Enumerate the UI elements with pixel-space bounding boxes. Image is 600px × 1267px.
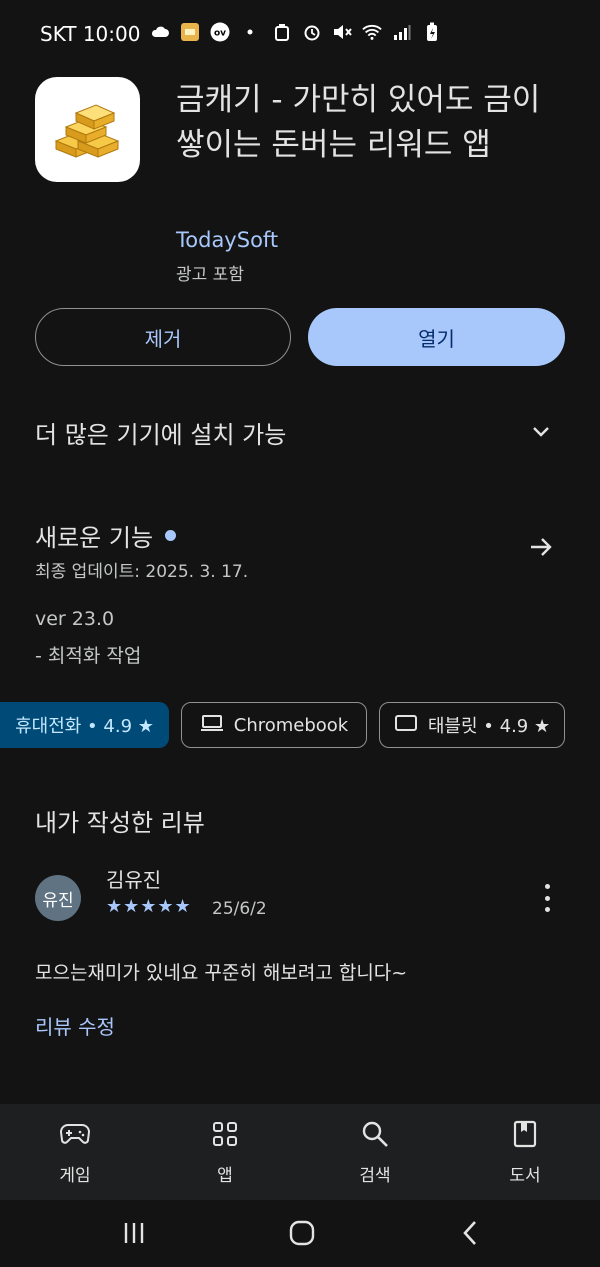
arrow-right-icon[interactable] bbox=[528, 534, 554, 560]
svg-text:ov: ov bbox=[214, 29, 226, 39]
release-note: - 최적화 작업 bbox=[35, 645, 142, 667]
chevron-down-icon[interactable] bbox=[530, 420, 552, 442]
app-title: 금캐기 - 가만히 있어도 금이 쌓이는 돈버는 리워드 앱 bbox=[176, 82, 541, 163]
last-updated: 최종 업데이트: 2025. 3. 17. bbox=[35, 562, 249, 582]
review-text: 모으는재미가 있네요 꾸준히 해보려고 합니다~ bbox=[35, 962, 408, 984]
nav-books-label: 도서 bbox=[509, 1166, 541, 1186]
review-date: 25/6/2 bbox=[212, 899, 267, 919]
whats-new-title: 새로운 기능 bbox=[35, 524, 154, 552]
nav-search[interactable]: 검색 bbox=[325, 1117, 425, 1186]
lock-battery-icon bbox=[272, 22, 292, 42]
chip-chromebook[interactable]: Chromebook bbox=[181, 702, 367, 748]
cloud-icon bbox=[150, 22, 170, 42]
laptop-icon bbox=[200, 714, 224, 737]
new-indicator-dot bbox=[165, 530, 177, 541]
remove-button[interactable]: 제거 bbox=[35, 308, 291, 366]
alarm-icon bbox=[302, 22, 322, 42]
more-options-icon[interactable] bbox=[536, 884, 558, 912]
chip-phone[interactable]: 휴대전화 • 4.9 ★ bbox=[0, 702, 169, 748]
nav-apps[interactable]: 앱 bbox=[175, 1117, 275, 1186]
nav-books[interactable]: 도서 bbox=[475, 1117, 575, 1186]
whats-new-header[interactable]: 새로운 기능 bbox=[35, 518, 177, 553]
search-icon bbox=[358, 1117, 392, 1151]
nav-search-label: 검색 bbox=[359, 1166, 391, 1186]
ov-badge-icon: ov bbox=[210, 22, 230, 42]
chip-chromebook-label: Chromebook bbox=[233, 714, 349, 736]
developer-link[interactable]: TodaySoft bbox=[176, 228, 278, 252]
more-devices-label[interactable]: 더 많은 기기에 설치 가능 bbox=[35, 415, 286, 450]
nav-apps-label: 앱 bbox=[217, 1166, 233, 1186]
battery-charging-icon bbox=[422, 22, 442, 42]
gold-bars-icon bbox=[48, 93, 128, 167]
signal-icon bbox=[392, 22, 412, 42]
book-icon bbox=[508, 1117, 542, 1151]
chip-tablet[interactable]: 태블릿 • 4.9 ★ bbox=[379, 702, 565, 748]
nav-games-label: 게임 bbox=[59, 1166, 91, 1186]
status-carrier-time: SKT 10:00 bbox=[40, 22, 141, 46]
tablet-icon bbox=[394, 714, 418, 737]
mute-icon bbox=[332, 22, 352, 42]
open-button[interactable]: 열기 bbox=[308, 308, 565, 366]
gamepad-icon bbox=[58, 1117, 92, 1151]
dot-icon bbox=[240, 22, 260, 42]
notification-app-icon bbox=[180, 22, 200, 42]
wifi-icon bbox=[362, 22, 382, 42]
chip-tablet-label: 태블릿 • 4.9 ★ bbox=[427, 716, 551, 737]
status-notification-icons: ov bbox=[150, 22, 260, 42]
ad-label: 광고 포함 bbox=[176, 265, 244, 285]
avatar: 유진 bbox=[35, 875, 81, 921]
my-review-title: 내가 작성한 리뷰 bbox=[35, 809, 205, 837]
status-system-icons bbox=[272, 22, 442, 42]
apps-grid-icon bbox=[208, 1117, 242, 1151]
back-icon[interactable] bbox=[455, 1218, 485, 1248]
chip-phone-label: 휴대전화 • 4.9 ★ bbox=[15, 716, 154, 737]
recent-apps-icon[interactable] bbox=[119, 1218, 149, 1248]
app-icon bbox=[35, 77, 140, 182]
home-icon[interactable] bbox=[287, 1218, 317, 1248]
version-text: ver 23.0 bbox=[35, 608, 115, 630]
reviewer-name: 김유진 bbox=[106, 868, 162, 892]
rating-stars: ★★★★★ bbox=[106, 896, 192, 917]
nav-games[interactable]: 게임 bbox=[25, 1117, 125, 1186]
edit-review-link[interactable]: 리뷰 수정 bbox=[35, 1011, 115, 1040]
